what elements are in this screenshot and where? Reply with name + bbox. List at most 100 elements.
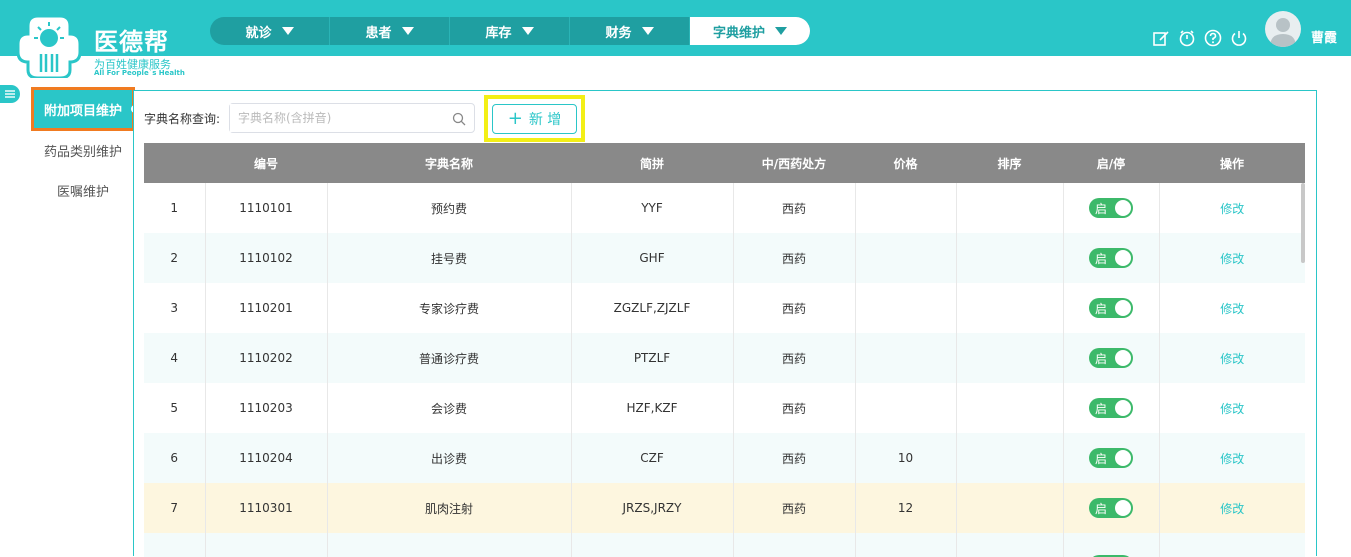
cell-name: 预约费 bbox=[327, 183, 572, 233]
cell-code: 1110203 bbox=[205, 383, 328, 433]
cell-name: 专家诊疗费 bbox=[327, 283, 572, 333]
brand-slogan-en: All For People`s Health bbox=[94, 69, 185, 77]
nav-item-dictionary[interactable]: 字典维护 bbox=[690, 17, 810, 45]
cell-status: 启 bbox=[1063, 283, 1160, 333]
cell-code: 1110301 bbox=[205, 483, 328, 533]
cell-price bbox=[855, 183, 957, 233]
edit-link[interactable]: 修改 bbox=[1220, 202, 1244, 216]
column-header-code: 编号 bbox=[205, 143, 327, 183]
nav-item-patient[interactable]: 患者 bbox=[330, 17, 450, 45]
cell-code bbox=[205, 533, 328, 557]
cell-index: 2 bbox=[144, 233, 206, 283]
status-toggle[interactable]: 启 bbox=[1089, 298, 1133, 318]
table-row: 7 1110301 肌肉注射 JRZS,JRZY 西药 12 启 修改 bbox=[144, 483, 1305, 533]
table-row: 4 1110202 普通诊疗费 PTZLF 西药 启 修改 bbox=[144, 333, 1305, 383]
status-toggle-label: 启 bbox=[1095, 351, 1108, 366]
table-header-row: 编号 字典名称 简拼 中/西药处方 价格 排序 启/停 操作 bbox=[144, 143, 1305, 183]
cell-abbr: PTZLF bbox=[571, 333, 734, 383]
cell-price: 10 bbox=[855, 433, 957, 483]
search-box bbox=[229, 103, 475, 133]
edit-icon[interactable] bbox=[1151, 28, 1171, 48]
dictionary-table: 编号 字典名称 简拼 中/西药处方 价格 排序 启/停 操作 1 1110101… bbox=[144, 143, 1305, 557]
edit-link[interactable]: 修改 bbox=[1220, 252, 1244, 266]
search-input[interactable] bbox=[230, 104, 440, 132]
help-icon[interactable] bbox=[1203, 28, 1223, 48]
status-toggle[interactable]: 启 bbox=[1089, 448, 1133, 468]
logo: 医德帮 为百姓健康服务 All For People`s Health bbox=[0, 0, 200, 86]
caret-down-icon bbox=[401, 27, 414, 35]
cell-status: 启 bbox=[1063, 433, 1160, 483]
table-row: 6 1110204 出诊费 CZF 西药 10 启 修改 bbox=[144, 433, 1305, 483]
timer-icon[interactable] bbox=[1177, 28, 1197, 48]
add-button-label: 新 增 bbox=[528, 112, 562, 128]
cell-index bbox=[144, 533, 206, 557]
edit-link[interactable]: 修改 bbox=[1220, 302, 1244, 316]
cell-status bbox=[1063, 533, 1160, 557]
nav-item-label: 库存 bbox=[485, 25, 512, 41]
column-header-status: 启/停 bbox=[1063, 143, 1159, 183]
main-nav: 就诊 患者 库存 财务 字典维护 bbox=[210, 17, 810, 45]
table-row bbox=[144, 533, 1305, 557]
cell-name bbox=[327, 533, 572, 557]
cell-type: 西药 bbox=[733, 283, 856, 333]
power-icon[interactable] bbox=[1229, 28, 1249, 48]
sidebar-item-extra-items[interactable]: 附加项目维护 bbox=[31, 87, 139, 131]
cell-name: 普通诊疗费 bbox=[327, 333, 572, 383]
status-toggle-label: 启 bbox=[1095, 401, 1108, 416]
sidebar-item-drug-category[interactable]: 药品类别维护 bbox=[33, 130, 133, 170]
menu-toggle-icon[interactable] bbox=[0, 85, 20, 103]
status-toggle-label: 启 bbox=[1095, 301, 1108, 316]
main-panel: 字典名称查询: + 新 增 编号 字典名称 简拼 中/西药处方 价格 排序 bbox=[133, 90, 1317, 557]
cell-price bbox=[855, 383, 957, 433]
toggle-knob bbox=[1115, 200, 1131, 216]
toggle-knob bbox=[1115, 250, 1131, 266]
edit-link[interactable]: 修改 bbox=[1220, 502, 1244, 516]
avatar[interactable] bbox=[1265, 11, 1301, 47]
sidebar-item-orders[interactable]: 医嘱维护 bbox=[33, 170, 133, 210]
nav-item-label: 患者 bbox=[365, 25, 392, 41]
user-name[interactable]: 曹霞 bbox=[1311, 27, 1337, 46]
status-toggle[interactable]: 启 bbox=[1089, 348, 1133, 368]
cell-type: 西药 bbox=[733, 333, 856, 383]
cell-name: 肌肉注射 bbox=[327, 483, 572, 533]
edit-link[interactable]: 修改 bbox=[1220, 402, 1244, 416]
sidebar: 附加项目维护 药品类别维护 医嘱维护 bbox=[31, 87, 139, 556]
edit-link[interactable]: 修改 bbox=[1220, 352, 1244, 366]
cell-action bbox=[1159, 533, 1305, 557]
nav-item-finance[interactable]: 财务 bbox=[570, 17, 690, 45]
cell-sort bbox=[956, 483, 1064, 533]
cell-index: 1 bbox=[144, 183, 206, 233]
cell-abbr: HZF,KZF bbox=[571, 383, 734, 433]
cell-action: 修改 bbox=[1159, 183, 1305, 233]
table-row: 3 1110201 专家诊疗费 ZGZLF,ZJZLF 西药 启 修改 bbox=[144, 283, 1305, 333]
column-header-index bbox=[144, 143, 205, 183]
cell-abbr: JRZS,JRZY bbox=[571, 483, 734, 533]
caret-down-icon bbox=[775, 27, 787, 35]
table-scrollbar[interactable] bbox=[1301, 183, 1305, 263]
cell-action: 修改 bbox=[1159, 333, 1305, 383]
cell-index: 5 bbox=[144, 383, 206, 433]
nav-item-visit[interactable]: 就诊 bbox=[210, 17, 330, 45]
status-toggle-label: 启 bbox=[1095, 451, 1108, 466]
cell-name: 出诊费 bbox=[327, 433, 572, 483]
cell-type: 西药 bbox=[733, 183, 856, 233]
toggle-knob bbox=[1115, 350, 1131, 366]
search-icon[interactable] bbox=[452, 111, 466, 130]
cell-name: 挂号费 bbox=[327, 233, 572, 283]
cell-code: 1110204 bbox=[205, 433, 328, 483]
status-toggle[interactable]: 启 bbox=[1089, 398, 1133, 418]
cell-type: 西药 bbox=[733, 383, 856, 433]
nav-item-inventory[interactable]: 库存 bbox=[450, 17, 570, 45]
add-button[interactable]: + 新 增 bbox=[492, 104, 577, 134]
table-row: 2 1110102 挂号费 GHF 西药 启 修改 bbox=[144, 233, 1305, 283]
cell-index: 3 bbox=[144, 283, 206, 333]
status-toggle[interactable]: 启 bbox=[1089, 248, 1133, 268]
cell-code: 1110202 bbox=[205, 333, 328, 383]
cell-type: 西药 bbox=[733, 233, 856, 283]
column-header-name: 字典名称 bbox=[327, 143, 571, 183]
cell-action: 修改 bbox=[1159, 383, 1305, 433]
status-toggle[interactable]: 启 bbox=[1089, 198, 1133, 218]
cell-action: 修改 bbox=[1159, 433, 1305, 483]
status-toggle[interactable]: 启 bbox=[1089, 498, 1133, 518]
edit-link[interactable]: 修改 bbox=[1220, 452, 1244, 466]
